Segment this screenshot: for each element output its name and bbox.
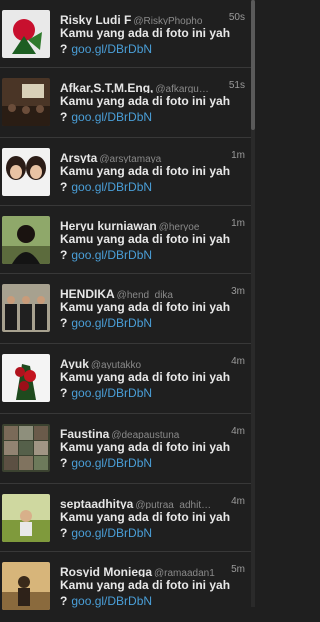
tweet-item[interactable]: HENDIKA @hend_dika 3m Kamu yang ada di fo… bbox=[0, 274, 251, 344]
avatar-photo-icon bbox=[2, 562, 50, 610]
tweet-link[interactable]: goo.gl/DBrDbN bbox=[71, 386, 152, 400]
author-handle[interactable]: @arsytamaya bbox=[99, 154, 161, 163]
tweet-item[interactable]: Risky Ludi F @RiskyPhopho 50s Kamu yang a… bbox=[0, 0, 251, 68]
avatar-photo-icon bbox=[2, 148, 50, 196]
scrollbar-thumb[interactable] bbox=[251, 0, 255, 130]
avatar-photo-icon bbox=[2, 424, 50, 472]
avatar[interactable] bbox=[2, 284, 50, 332]
timestamp[interactable]: 51s bbox=[225, 80, 245, 91]
avatar-photo-icon bbox=[2, 494, 50, 542]
tweet-link[interactable]: goo.gl/DBrDbN bbox=[71, 42, 152, 56]
timestamp[interactable]: 4m bbox=[228, 496, 245, 507]
tweet-link[interactable]: goo.gl/DBrDbN bbox=[71, 316, 152, 330]
author-handle[interactable]: @RiskyPhopho bbox=[133, 16, 202, 25]
author-handle[interactable]: @heryoe bbox=[159, 222, 200, 231]
author-name[interactable]: HENDIKA bbox=[60, 287, 115, 299]
timestamp[interactable]: 4m bbox=[228, 426, 245, 437]
tweet-item[interactable]: Ayuk @ayutakko 4m Kamu yang ada di foto i… bbox=[0, 344, 251, 414]
author-handle[interactable]: @ayutakko bbox=[91, 360, 141, 369]
tweet-item[interactable]: Heryu kurniawan @heryoe 1m Kamu yang ada … bbox=[0, 206, 251, 274]
avatar-photo-icon bbox=[2, 354, 50, 402]
author-name[interactable]: septaadhitya bbox=[60, 497, 133, 509]
avatar[interactable] bbox=[2, 148, 50, 196]
author-handle[interactable]: @deapaustuna bbox=[111, 430, 179, 439]
timestamp[interactable]: 50s bbox=[225, 12, 245, 23]
tweet-item[interactable]: Arsyta @arsytamaya 1m Kamu yang ada di fo… bbox=[0, 138, 251, 206]
avatar[interactable] bbox=[2, 494, 50, 542]
author-name[interactable]: Afkar,S.T,M.Eng, bbox=[60, 81, 153, 93]
avatar-photo-icon bbox=[2, 10, 50, 58]
avatar[interactable] bbox=[2, 562, 50, 610]
author-name[interactable]: Arsyta bbox=[60, 151, 97, 163]
author-handle[interactable]: @afkargu… bbox=[155, 84, 209, 93]
tweet-feed: Risky Ludi F @RiskyPhopho 50s Kamu yang a… bbox=[0, 0, 251, 610]
tweet-item[interactable]: septaadhitya @putraa_adhit… 4m Kamu yang … bbox=[0, 484, 251, 552]
tweet-link[interactable]: goo.gl/DBrDbN bbox=[71, 456, 152, 470]
author-handle[interactable]: @ramaadan1 bbox=[154, 568, 215, 577]
tweet-item[interactable]: Rosyid Moniega @ramaadan1 5m Kamu yang ad… bbox=[0, 552, 251, 622]
tweet-link[interactable]: goo.gl/DBrDbN bbox=[71, 594, 152, 608]
author-handle[interactable]: @hend_dika bbox=[117, 290, 173, 299]
timestamp[interactable]: 1m bbox=[228, 150, 245, 161]
timestamp[interactable]: 1m bbox=[228, 218, 245, 229]
timestamp[interactable]: 5m bbox=[228, 564, 245, 575]
author-name[interactable]: Ayuk bbox=[60, 357, 89, 369]
tweet-item[interactable]: Faustina @deapaustuna 4m Kamu yang ada di… bbox=[0, 414, 251, 484]
avatar-photo-icon bbox=[2, 78, 50, 126]
avatar-photo-icon bbox=[2, 284, 50, 332]
timestamp[interactable]: 3m bbox=[228, 286, 245, 297]
author-name[interactable]: Risky Ludi F bbox=[60, 13, 131, 25]
author-name[interactable]: Faustina bbox=[60, 427, 109, 439]
author-name[interactable]: Heryu kurniawan bbox=[60, 219, 157, 231]
author-name[interactable]: Rosyid Moniega bbox=[60, 565, 152, 577]
author-handle[interactable]: @putraa_adhit… bbox=[135, 500, 211, 509]
avatar[interactable] bbox=[2, 10, 50, 58]
timestamp[interactable]: 4m bbox=[228, 356, 245, 367]
tweet-item[interactable]: Afkar,S.T,M.Eng, @afkargu… 51s Kamu yang … bbox=[0, 68, 251, 138]
scrollbar[interactable] bbox=[251, 0, 255, 607]
avatar[interactable] bbox=[2, 216, 50, 264]
tweet-link[interactable]: goo.gl/DBrDbN bbox=[71, 248, 152, 262]
avatar[interactable] bbox=[2, 354, 50, 402]
tweet-link[interactable]: goo.gl/DBrDbN bbox=[71, 180, 152, 194]
tweet-link[interactable]: goo.gl/DBrDbN bbox=[71, 526, 152, 540]
tweet-link[interactable]: goo.gl/DBrDbN bbox=[71, 110, 152, 124]
avatar[interactable] bbox=[2, 424, 50, 472]
avatar[interactable] bbox=[2, 78, 50, 126]
avatar-photo-icon bbox=[2, 216, 50, 264]
